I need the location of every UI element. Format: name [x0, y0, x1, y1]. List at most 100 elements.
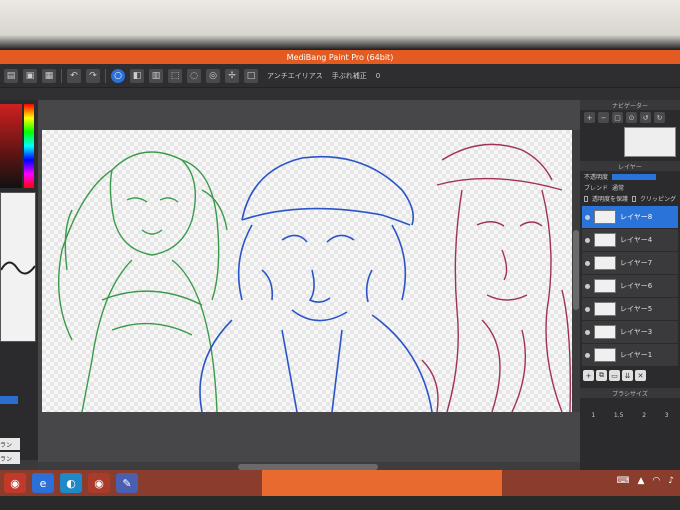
clipping-checkbox[interactable]	[632, 195, 636, 202]
blend-label: ブレンド	[584, 185, 609, 192]
blend-row: ブレンド 通常	[580, 182, 680, 193]
monitor-bezel-bottom	[0, 496, 680, 510]
layer-tool-icon[interactable]: ▥	[149, 68, 163, 83]
left-panel: ラン ラン	[0, 100, 38, 464]
blend-select[interactable]: 通常	[612, 183, 624, 192]
layer-thumbnail	[594, 348, 616, 362]
taskbar-empty-area	[262, 470, 502, 496]
sketch-artwork	[58, 143, 572, 412]
layer-thumbnail	[594, 210, 616, 224]
brush-size-option[interactable]: 3	[665, 412, 669, 419]
menu-icon[interactable]: ▤	[4, 68, 18, 83]
stabilizer-value[interactable]: 0	[376, 72, 380, 80]
new-layer-icon[interactable]: +	[583, 370, 594, 381]
toolbar-divider	[105, 68, 106, 83]
left-list-item[interactable]: ラン	[0, 452, 20, 464]
visibility-eye-icon[interactable]	[585, 237, 590, 243]
chrome-icon[interactable]: ◉	[4, 473, 26, 493]
hue-slider[interactable]	[24, 104, 34, 188]
brush-size-option[interactable]: 2	[642, 412, 646, 419]
layer-name: レイヤー8	[620, 213, 653, 221]
copy-layer-icon[interactable]: ⧉	[596, 370, 607, 381]
layer-row[interactable]: レイヤー3	[582, 321, 678, 343]
visibility-eye-icon[interactable]	[585, 329, 590, 335]
layer-options-row: 透明度を保護 クリッピング	[580, 193, 680, 204]
lasso-icon[interactable]: ◌	[187, 68, 201, 83]
fill-tool-icon[interactable]: ◧	[130, 68, 144, 83]
title-bar: MediBang Paint Pro (64bit)	[0, 50, 680, 64]
right-panel: ナビゲーター + − ▢ ⊙ ↺ ↻ レイヤー 不透明度 ブレンド 通常 透明度…	[580, 100, 680, 475]
opacity-label: 不透明度	[584, 174, 609, 181]
volume-icon[interactable]: ♪	[668, 476, 674, 486]
antialias-checkbox[interactable]: □	[244, 68, 258, 83]
layer-name: レイヤー5	[620, 305, 653, 313]
protect-alpha-checkbox[interactable]	[584, 195, 588, 202]
merge-icon[interactable]: ⇊	[622, 370, 633, 381]
layer-row[interactable]: レイヤー5	[582, 298, 678, 320]
layer-panel-header: レイヤー	[580, 161, 680, 171]
undo-icon[interactable]: ↶	[67, 68, 81, 83]
zoom-in-icon[interactable]: +	[584, 112, 595, 123]
layer-name: レイヤー7	[620, 259, 653, 267]
layer-name: レイヤー4	[620, 236, 653, 244]
folder-icon[interactable]: ▭	[609, 370, 620, 381]
layer-row[interactable]: レイヤー8	[582, 206, 678, 228]
network-icon[interactable]: ▲	[637, 476, 644, 486]
wifi-icon[interactable]: ◠	[652, 476, 660, 486]
layer-name: レイヤー6	[620, 282, 653, 290]
transform-icon[interactable]: ◎	[206, 68, 220, 83]
opacity-slider[interactable]	[612, 173, 657, 180]
chrome-icon[interactable]: ◉	[88, 473, 110, 493]
zoom-out-icon[interactable]: −	[598, 112, 609, 123]
navigator-tools: + − ▢ ⊙ ↺ ↻	[580, 110, 680, 125]
actual-size-icon[interactable]: ⊙	[626, 112, 637, 123]
save-icon[interactable]: ▣	[23, 68, 37, 83]
window-title: MediBang Paint Pro (64bit)	[286, 52, 394, 62]
toolbar-divider	[61, 68, 62, 83]
left-list-item[interactable]: ラン	[0, 438, 20, 450]
system-tray: ⌨ ▲ ◠ ♪	[616, 476, 674, 486]
medibang-icon[interactable]: ✎	[116, 473, 138, 493]
layer-row[interactable]: レイヤー7	[582, 252, 678, 274]
selected-brush-indicator[interactable]	[0, 396, 18, 404]
edge-icon[interactable]: e	[32, 473, 54, 493]
drawing-canvas[interactable]	[42, 130, 572, 412]
brush-size-option[interactable]: 1	[591, 412, 595, 419]
layer-row[interactable]: レイヤー4	[582, 229, 678, 251]
canvas-vertical-scrollbar[interactable]	[572, 130, 580, 412]
selection-icon[interactable]: ⬚	[168, 68, 182, 83]
layer-row[interactable]: レイヤー1	[582, 344, 678, 366]
color-picker-box[interactable]	[0, 104, 22, 188]
rotate-left-icon[interactable]: ↺	[640, 112, 651, 123]
navigator-header: ナビゲーター	[580, 100, 680, 110]
visibility-eye-icon[interactable]	[585, 260, 590, 266]
brush-preview	[0, 192, 36, 342]
keyboard-icon[interactable]: ⌨	[616, 476, 629, 486]
monitor-bezel-top	[0, 0, 680, 50]
layer-row[interactable]: レイヤー6	[582, 275, 678, 297]
clipping-label: クリッピング	[639, 196, 676, 203]
layer-name: レイヤー1	[620, 351, 653, 359]
redo-icon[interactable]: ↷	[86, 68, 100, 83]
layer-thumbnail	[594, 279, 616, 293]
visibility-eye-icon[interactable]	[585, 306, 590, 312]
layer-thumbnail	[594, 233, 616, 247]
stabilizer-label: 手ぶれ補正	[331, 71, 367, 80]
snap-icon[interactable]: ✢	[225, 68, 239, 83]
edge-icon[interactable]: ◐	[60, 473, 82, 493]
visibility-eye-icon[interactable]	[585, 214, 590, 220]
brush-stroke-preview	[1, 261, 36, 275]
visibility-eye-icon[interactable]	[585, 283, 590, 289]
navigator-thumbnail[interactable]	[624, 127, 676, 157]
brush-size-option[interactable]: 1.5	[614, 412, 624, 419]
brush-tool-icon[interactable]: ○	[111, 68, 125, 83]
visibility-eye-icon[interactable]	[585, 352, 590, 358]
layer-thumbnail	[594, 256, 616, 270]
grid-icon[interactable]: ▦	[42, 68, 56, 83]
brush-size-list: 1 1.5 2 3	[580, 398, 680, 419]
delete-layer-icon[interactable]: ✕	[635, 370, 646, 381]
layer-list: レイヤー8 レイヤー4 レイヤー7 レイヤー6 レイヤー5 レイヤー3 レイヤー…	[580, 206, 680, 366]
rotate-right-icon[interactable]: ↻	[654, 112, 665, 123]
fit-icon[interactable]: ▢	[612, 112, 623, 123]
sub-toolbar	[0, 88, 680, 100]
